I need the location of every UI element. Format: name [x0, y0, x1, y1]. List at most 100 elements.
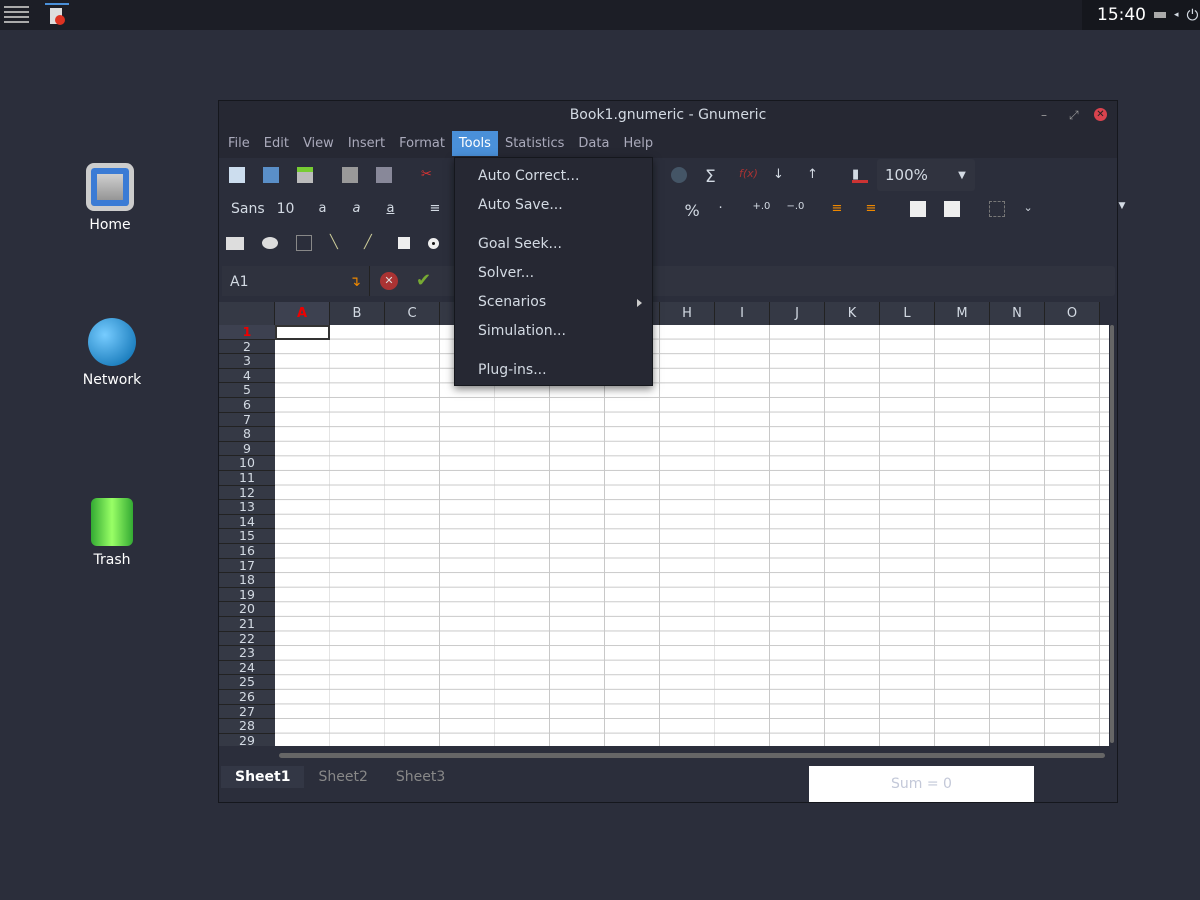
jump-icon[interactable]: ↴ — [349, 274, 361, 290]
ellipse-icon[interactable] — [262, 237, 278, 249]
row-header-12[interactable]: 12 — [219, 485, 275, 501]
row-header-19[interactable]: 19 — [219, 587, 275, 603]
menu-icon[interactable] — [4, 6, 29, 24]
menu-item-plug-ins[interactable]: Plug-ins... — [455, 356, 652, 385]
increase-decimals-icon[interactable]: +.0 — [752, 201, 770, 217]
vertical-scrollbar[interactable] — [1110, 325, 1114, 743]
sort-ascending-icon[interactable]: ↓ — [773, 167, 789, 183]
menu-item-auto-correct[interactable]: Auto Correct... — [455, 162, 652, 191]
menu-item-simulation[interactable]: Simulation... — [455, 317, 652, 346]
selected-cell[interactable] — [275, 325, 330, 340]
name-box[interactable]: A1 ↴ — [222, 266, 370, 296]
row-header-23[interactable]: 23 — [219, 646, 275, 661]
menu-item-goal-seek[interactable]: Goal Seek... — [455, 230, 652, 259]
hyperlink-icon[interactable] — [671, 167, 687, 183]
decrease-decimals-icon[interactable]: −.0 — [786, 201, 804, 217]
row-header-15[interactable]: 15 — [219, 529, 275, 544]
row-header-26[interactable]: 26 — [219, 690, 275, 705]
desktop-icon-trash[interactable]: Trash — [72, 498, 152, 568]
menu-data[interactable]: Data — [571, 131, 616, 156]
row-header-10[interactable]: 10 — [219, 456, 275, 471]
desktop-icon-network[interactable]: Network — [72, 318, 152, 388]
row-header-14[interactable]: 14 — [219, 514, 275, 530]
row-header-27[interactable]: 27 — [219, 704, 275, 720]
menu-edit[interactable]: Edit — [257, 131, 296, 156]
column-header-L[interactable]: L — [880, 302, 935, 325]
zoom-dropdown-icon[interactable]: ▼ — [949, 170, 975, 181]
underline-icon[interactable]: a — [386, 201, 402, 217]
cut-icon[interactable]: ✂ — [421, 167, 437, 183]
sheet-tab-sheet1[interactable]: Sheet1 — [221, 766, 305, 788]
menu-item-scenarios[interactable]: Scenarios — [455, 288, 652, 317]
column-header-C[interactable]: C — [385, 302, 440, 325]
thousands-separator-icon[interactable]: · — [718, 201, 734, 217]
checkbox-icon[interactable] — [398, 237, 410, 249]
sheet-tab-sheet2[interactable]: Sheet2 — [304, 766, 381, 788]
menu-help[interactable]: Help — [616, 131, 660, 156]
desktop-icon-home[interactable]: Home — [70, 163, 150, 233]
column-header-K[interactable]: K — [825, 302, 880, 325]
column-header-I[interactable]: I — [715, 302, 770, 325]
row-header-3[interactable]: 3 — [219, 354, 275, 369]
menu-item-auto-save[interactable]: Auto Save... — [455, 191, 652, 220]
row-header-17[interactable]: 17 — [219, 558, 275, 574]
row-header-2[interactable]: 2 — [219, 339, 275, 355]
menu-file[interactable]: File — [221, 131, 257, 156]
column-header-A[interactable]: A — [275, 302, 330, 325]
percent-icon[interactable]: % — [684, 201, 700, 220]
column-header-N[interactable]: N — [990, 302, 1045, 325]
row-header-5[interactable]: 5 — [219, 383, 275, 398]
column-header-O[interactable]: O — [1045, 302, 1100, 325]
decrease-indent-icon[interactable]: ≡ — [831, 201, 847, 217]
battery-icon[interactable] — [1154, 12, 1166, 18]
gnumeric-task-icon[interactable] — [45, 3, 69, 27]
row-header-29[interactable]: 29 — [219, 733, 275, 746]
increase-indent-icon[interactable]: ≡ — [865, 201, 881, 217]
row-header-25[interactable]: 25 — [219, 675, 275, 690]
sum-icon[interactable]: Σ — [705, 167, 721, 187]
print-preview-icon[interactable] — [376, 167, 392, 183]
maximize-button[interactable]: ⤢ — [1069, 108, 1079, 123]
radio-button-icon[interactable] — [428, 237, 439, 249]
toolbar-overflow-icon[interactable]: ▼ — [1118, 201, 1134, 217]
chevron-down-icon[interactable]: ⌄ — [1023, 201, 1039, 217]
menu-format[interactable]: Format — [392, 131, 452, 156]
menu-item-solver[interactable]: Solver... — [455, 259, 652, 288]
function-icon[interactable]: f(x) — [739, 167, 758, 183]
column-header-M[interactable]: M — [935, 302, 990, 325]
italic-icon[interactable]: a — [352, 201, 368, 217]
menu-insert[interactable]: Insert — [341, 131, 392, 156]
row-header-18[interactable]: 18 — [219, 573, 275, 588]
menu-view[interactable]: View — [296, 131, 341, 156]
line-icon[interactable]: ╲ — [330, 235, 346, 251]
power-icon[interactable]: ⏻ — [1187, 6, 1199, 24]
minimize-button[interactable]: – — [1041, 108, 1047, 122]
font-name[interactable]: Sans — [231, 201, 265, 217]
row-header-24[interactable]: 24 — [219, 660, 275, 676]
menu-tools[interactable]: Tools — [451, 131, 498, 156]
arrow-icon[interactable]: ╱ — [364, 235, 380, 251]
new-icon[interactable] — [229, 167, 245, 183]
cancel-icon[interactable]: ✕ — [380, 272, 398, 290]
column-header-J[interactable]: J — [770, 302, 825, 325]
row-header-21[interactable]: 21 — [219, 617, 275, 632]
chart-icon[interactable]: ▮ — [852, 167, 868, 183]
row-header-20[interactable]: 20 — [219, 602, 275, 617]
rectangle-icon[interactable] — [226, 236, 244, 250]
borders-icon[interactable] — [989, 201, 1006, 217]
row-header-16[interactable]: 16 — [219, 544, 275, 559]
column-header-H[interactable]: H — [660, 302, 715, 325]
save-icon[interactable] — [297, 167, 313, 183]
volume-icon[interactable]: ◂ — [1174, 10, 1179, 20]
column-header-B[interactable]: B — [330, 302, 385, 325]
row-header-28[interactable]: 28 — [219, 719, 275, 734]
row-header-9[interactable]: 9 — [219, 441, 275, 457]
print-icon[interactable] — [342, 167, 358, 183]
row-header-4[interactable]: 4 — [219, 368, 275, 384]
align-left-icon[interactable]: ≡ — [429, 201, 445, 217]
close-button[interactable]: ✕ — [1094, 108, 1107, 121]
zoom-combo[interactable]: 100% ▼ — [877, 159, 975, 191]
row-header-1[interactable]: 1 — [219, 325, 275, 340]
row-header-13[interactable]: 13 — [219, 500, 275, 515]
sheet-tab-sheet3[interactable]: Sheet3 — [382, 766, 459, 788]
